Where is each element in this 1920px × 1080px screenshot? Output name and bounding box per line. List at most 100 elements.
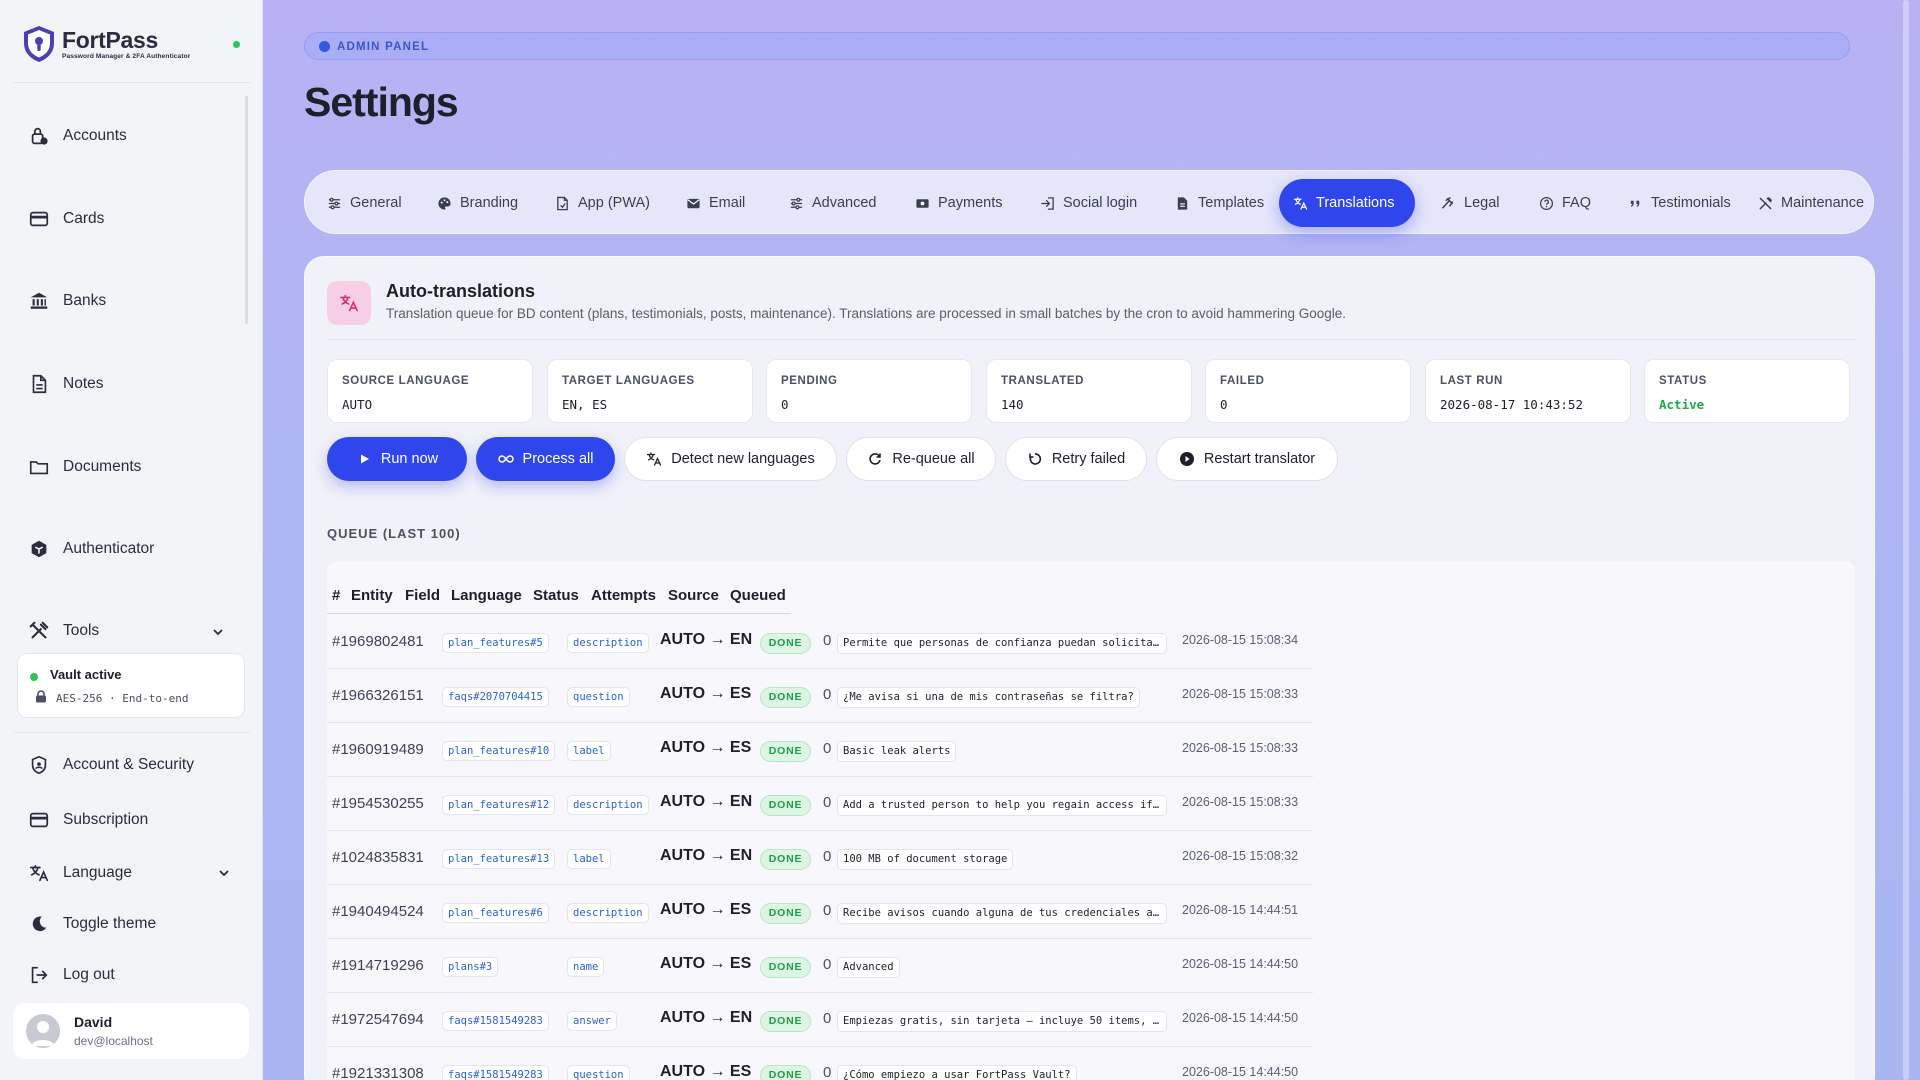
language-pair: AUTO → EN — [660, 631, 753, 648]
language-pair: AUTO → EN — [660, 847, 753, 864]
tab-app-pwa[interactable]: App (PWA) — [541, 179, 664, 227]
user-profile[interactable]: David dev@localhost — [13, 1003, 249, 1059]
stat-label: TRANSLATED — [1001, 375, 1085, 387]
sidebar-item-accounts[interactable]: Accounts — [28, 125, 127, 147]
tab-testimonials[interactable]: Testimonials — [1614, 179, 1745, 227]
tab-advanced[interactable]: Advanced — [775, 179, 891, 227]
tab-maintenance[interactable]: Maintenance — [1744, 179, 1878, 227]
vault-status-title: Vault active — [50, 667, 122, 682]
badge-dot — [319, 41, 330, 52]
tab-templates[interactable]: Templates — [1161, 179, 1278, 227]
sidebar-item-account-security[interactable]: Account & Security — [28, 754, 194, 776]
queued-time: 2026-08-15 15:08:33 — [1182, 741, 1299, 755]
tab-label: Branding — [460, 195, 519, 211]
tab-email[interactable]: Email — [672, 179, 759, 227]
tab-label: Payments — [938, 195, 1003, 211]
tab-payments[interactable]: Payments — [901, 179, 1016, 227]
restart-translator-button[interactable]: Restart translator — [1156, 437, 1338, 481]
sidebar-item-documents[interactable]: Documents — [28, 456, 141, 478]
process-all-button[interactable]: Process all — [476, 437, 615, 481]
translate-icon — [1293, 196, 1308, 210]
table-row[interactable]: #1940494524 plan_features#6 description … — [327, 885, 1313, 939]
table-row[interactable]: #1921331308 faqs#1581549283 question AUT… — [327, 1047, 1313, 1080]
tab-branding[interactable]: Branding — [423, 179, 532, 227]
tab-legal[interactable]: Legal — [1427, 179, 1513, 227]
queued-time: 2026-08-15 14:44:51 — [1182, 903, 1299, 917]
detect-new-languages-button[interactable]: Detect new languages — [624, 437, 837, 481]
sidebar-item-banks[interactable]: Banks — [28, 290, 106, 312]
column-header-queued: Queued — [730, 587, 786, 604]
entity-chip: plan_features#13 — [442, 849, 556, 869]
chevron-down-icon[interactable] — [211, 625, 225, 639]
status-badge: DONE — [760, 849, 811, 870]
sidebar-item-label: Documents — [63, 458, 142, 475]
button-label: Re-queue all — [892, 451, 975, 467]
retry-icon — [1029, 453, 1041, 465]
tab-label: Social login — [1063, 195, 1138, 211]
language-pair: AUTO → ES — [660, 955, 752, 972]
help-icon — [1539, 196, 1554, 210]
column-header-attempts: Attempts — [591, 587, 657, 604]
table-row[interactable]: #1969802481 plan_features#5 description … — [327, 615, 1313, 669]
tab-translations[interactable]: Translations — [1279, 179, 1415, 227]
sidebar-item-authenticator[interactable]: Authenticator — [28, 538, 154, 560]
run-now-button[interactable]: Run now — [327, 437, 467, 481]
chevron-down-icon[interactable] — [217, 866, 231, 880]
column-header-id: # — [332, 587, 341, 604]
queued-time: 2026-08-15 14:44:50 — [1182, 957, 1299, 971]
tab-general[interactable]: General — [313, 179, 416, 227]
entity-chip: plan_features#10 — [442, 741, 556, 761]
table-row[interactable]: #1966326151 faqs#2070704415 question AUT… — [327, 669, 1313, 723]
vault-status-subtitle: AES-256 · End-to-end — [56, 692, 189, 705]
row-id: #1940494524 — [332, 903, 424, 920]
source-text: Empiezas gratis, sin tarjeta — incluye 5… — [837, 1011, 1167, 1032]
queue-table: # Entity Field Language Status Attempts … — [327, 561, 1855, 1080]
stat-label: PENDING — [781, 375, 838, 387]
brand-tagline: Password Manager & 2FA Authenticator — [62, 53, 191, 60]
row-id: #1914719296 — [332, 957, 424, 974]
sidebar-item-toggle-theme[interactable]: Toggle theme — [28, 913, 156, 935]
sidebar-item-cards[interactable]: Cards — [28, 208, 104, 230]
row-id: #1954530255 — [332, 795, 424, 812]
avatar — [26, 1014, 60, 1048]
tab-faq[interactable]: FAQ — [1525, 179, 1605, 227]
stat-label: STATUS — [1659, 375, 1707, 387]
requeue-all-button[interactable]: Re-queue all — [846, 437, 996, 481]
table-row[interactable]: #1960919489 plan_features#10 label AUTO … — [327, 723, 1313, 777]
sidebar-item-tools[interactable]: Tools — [28, 620, 99, 642]
table-row[interactable]: #1024835831 plan_features#13 label AUTO … — [327, 831, 1313, 885]
panel-divider — [327, 339, 1855, 340]
button-label: Run now — [380, 451, 439, 467]
tab-label: Legal — [1464, 195, 1500, 211]
play-circle-icon — [1179, 452, 1194, 466]
sidebar-item-label: Tools — [63, 622, 100, 639]
retry-failed-button[interactable]: Retry failed — [1005, 437, 1147, 481]
sidebar-item-label: Toggle theme — [63, 915, 157, 932]
table-row[interactable]: #1972547694 faqs#1581549283 answer AUTO … — [327, 993, 1313, 1047]
translate-icon — [647, 452, 662, 466]
brand-logo[interactable]: FortPass Password Manager & 2FA Authenti… — [20, 24, 190, 64]
row-id: #1966326151 — [332, 687, 424, 704]
user-name: David — [74, 1014, 113, 1030]
panel-description: Translation queue for BD content (plans,… — [386, 306, 1346, 321]
user-avatar-icon — [31, 1021, 55, 1046]
page-scrollbar[interactable] — [1903, 0, 1909, 1080]
user-email: dev@localhost — [74, 1034, 153, 1048]
tab-social-login[interactable]: Social login — [1026, 179, 1151, 227]
stat-target-languages: TARGET LANGUAGES EN, ES — [547, 359, 753, 423]
sidebar-scrollbar[interactable] — [245, 96, 248, 324]
tools-icon — [29, 621, 49, 639]
sidebar-item-label: Notes — [63, 375, 104, 392]
queued-time: 2026-08-15 15:08:33 — [1182, 795, 1299, 809]
column-header-status: Status — [533, 587, 579, 604]
translate-icon — [29, 864, 49, 882]
table-row[interactable]: #1954530255 plan_features#12 description… — [327, 777, 1313, 831]
sidebar-item-notes[interactable]: Notes — [28, 373, 104, 395]
brand-name: FortPass — [62, 27, 159, 53]
wrench-icon — [1759, 196, 1772, 209]
sidebar-item-subscription[interactable]: Subscription — [28, 809, 148, 831]
field-chip: description — [567, 633, 649, 653]
sidebar-item-logout[interactable]: Log out — [28, 964, 115, 986]
table-row[interactable]: #1914719296 plans#3 name AUTO → ES DONE … — [327, 939, 1313, 993]
sidebar-item-language[interactable]: Language — [28, 862, 132, 884]
